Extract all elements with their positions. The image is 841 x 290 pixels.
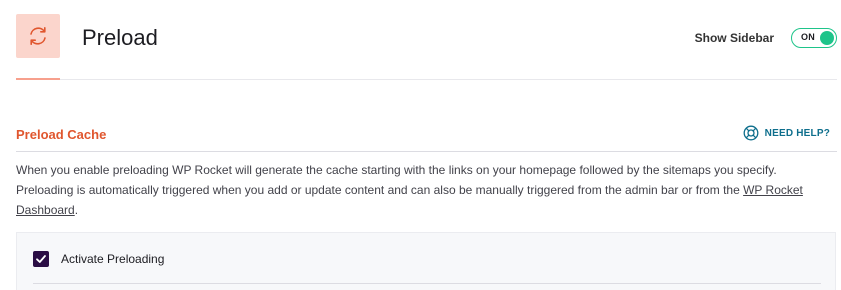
description-text: When you enable preloading WP Rocket wil…: [16, 163, 777, 197]
show-sidebar-toggle[interactable]: ON: [791, 28, 837, 48]
lifebuoy-icon: [743, 125, 759, 141]
header-divider: [16, 79, 837, 80]
page-title: Preload: [82, 25, 158, 50]
header-accent-underline: [16, 78, 60, 80]
description-end: .: [74, 203, 79, 217]
show-sidebar-label: Show Sidebar: [694, 31, 774, 45]
activate-preloading-checkbox[interactable]: [33, 251, 49, 267]
panel-divider: [33, 283, 821, 284]
need-help-link[interactable]: NEED HELP?: [743, 125, 830, 141]
toggle-state-text: ON: [801, 32, 816, 42]
toggle-knob: [820, 31, 834, 45]
preload-options-panel: Activate Preloading: [16, 232, 836, 290]
settings-page: Preload Show Sidebar ON Preload Cache NE…: [0, 0, 841, 290]
show-sidebar-control: Show Sidebar ON: [695, 28, 837, 48]
section-title: Preload Cache: [16, 127, 107, 142]
checkmark-icon: [36, 255, 46, 263]
preload-section-icon-box: [16, 14, 60, 58]
section-description: When you enable preloading WP Rocket wil…: [16, 160, 831, 220]
activate-preloading-label[interactable]: Activate Preloading: [61, 252, 164, 266]
section-divider: [16, 151, 837, 152]
refresh-icon: [30, 26, 46, 46]
need-help-label: NEED HELP?: [764, 127, 830, 139]
